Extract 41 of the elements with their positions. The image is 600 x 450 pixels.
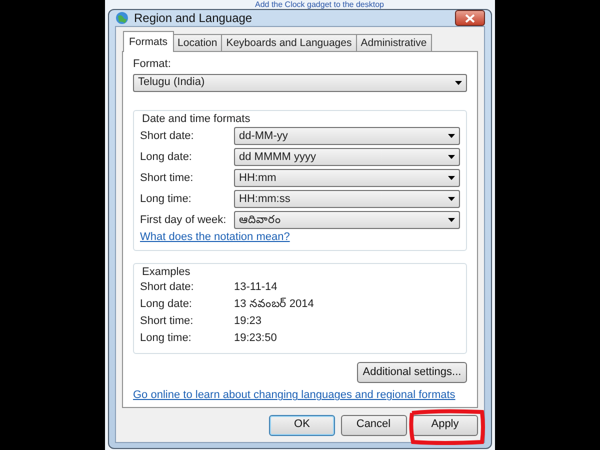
window-title: Region and Language — [134, 10, 252, 26]
dialog-button[interactable]: OK — [269, 414, 335, 436]
example-label: Long date: — [140, 298, 193, 312]
dialog-button[interactable]: Apply — [412, 414, 478, 436]
example-label: Short time: — [140, 315, 194, 328]
tab[interactable]: Keyboards and Languages — [221, 34, 357, 52]
format-dropdown[interactable]: HH:mm:ss — [234, 190, 460, 208]
format-dropdown[interactable]: dd MMMM yyyy — [234, 148, 460, 166]
field-label: Long time: — [140, 192, 192, 206]
close-button[interactable] — [455, 10, 485, 26]
dialog-button[interactable]: Cancel — [340, 414, 406, 436]
notation-help-link[interactable]: What does the notation mean? — [140, 230, 290, 243]
caret-icon — [448, 197, 455, 202]
globe-icon — [115, 11, 129, 25]
example-value: 13-11-14 — [234, 281, 278, 294]
tab[interactable]: Formats — [123, 31, 174, 52]
background-text: Add the Clock gadget to the desktop — [254, 0, 385, 9]
caret-icon — [455, 80, 462, 85]
example-value: 19:23:50 — [234, 332, 277, 346]
format-dropdown[interactable]: ఆదివారం — [234, 211, 460, 230]
field-label: Short time: — [140, 172, 194, 186]
format-dropdown[interactable]: Telugu (India) — [133, 74, 467, 92]
caret-icon — [448, 134, 455, 138]
format-dropdown[interactable]: dd-MM-yy — [234, 127, 460, 146]
caret-icon — [448, 155, 455, 160]
group-title: Examples — [140, 266, 192, 280]
caret-icon — [448, 176, 455, 180]
field-label: First day of week: — [140, 214, 228, 228]
field-label: Long date: — [140, 150, 193, 164]
tab[interactable]: Administrative — [356, 34, 432, 52]
additional-settings-button[interactable]: Additional settings... — [357, 362, 467, 384]
field-label: Short date: — [140, 130, 195, 144]
caret-icon — [448, 218, 455, 222]
format-dropdown[interactable]: HH:mm — [234, 169, 460, 188]
example-label: Short date: — [140, 281, 195, 294]
format-label: Format: — [133, 58, 172, 71]
example-label: Long time: — [140, 332, 192, 346]
online-help-link[interactable]: Go online to learn about changing languages and regional formats — [133, 389, 456, 402]
example-value: 19:23 — [234, 315, 262, 328]
example-value: 13 నవంబర్ 2014 — [234, 298, 314, 312]
close-icon — [465, 14, 475, 22]
